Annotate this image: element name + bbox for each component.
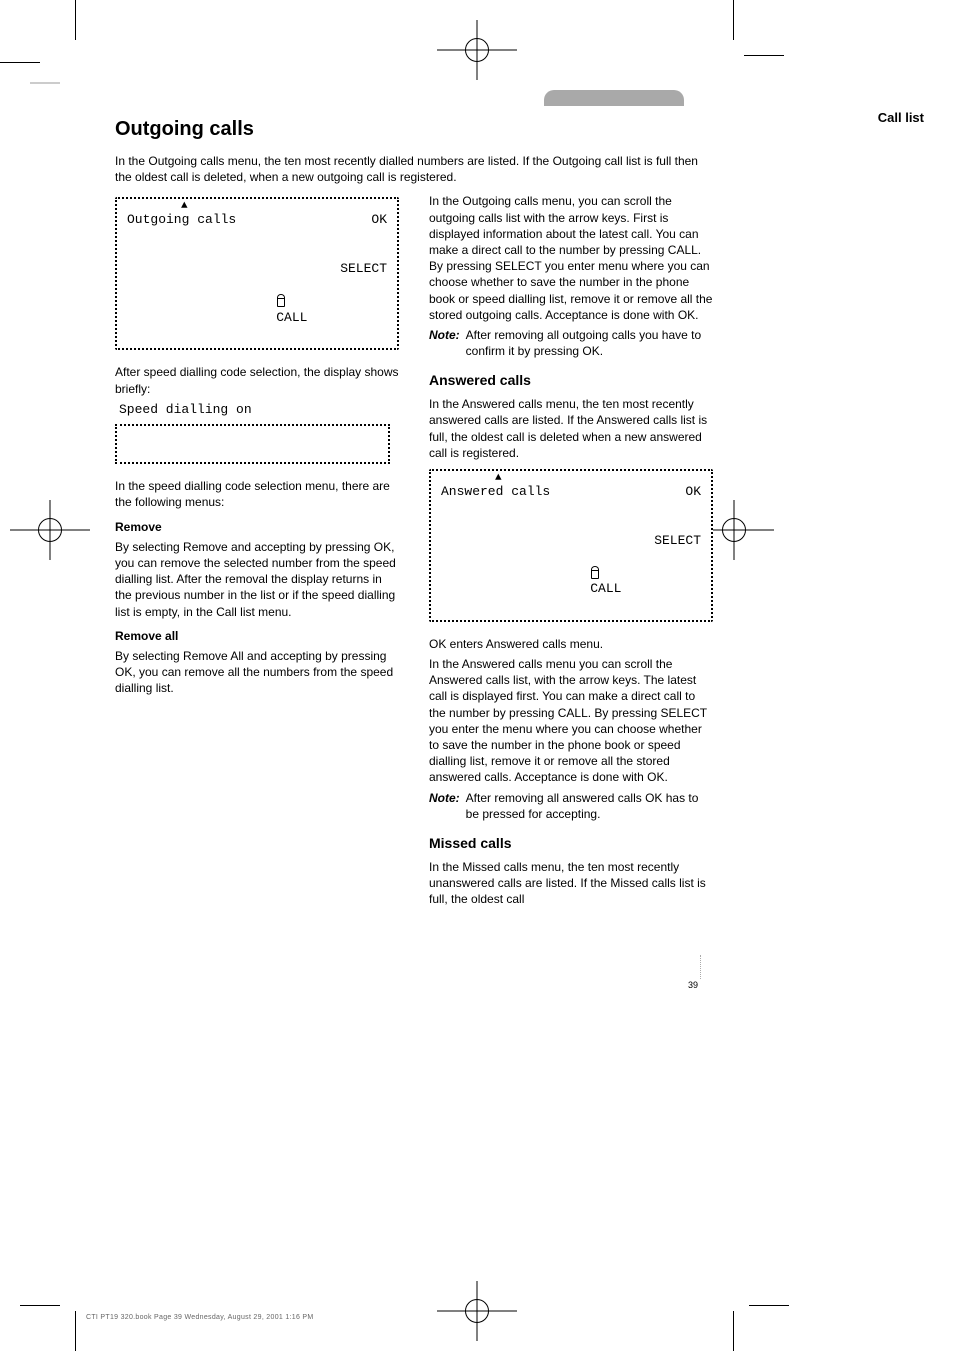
register-circle (722, 518, 746, 542)
crop-mark-v (733, 0, 734, 40)
outgoing-note-row: Note: After removing all outgoing calls … (429, 327, 713, 359)
crop-mark-v (75, 1311, 76, 1351)
register-circle (465, 1299, 489, 1323)
lcd-blank-row (127, 245, 387, 261)
right-column: In the Outgoing calls menu, you can scro… (429, 189, 713, 911)
lcd-select-label: SELECT (340, 261, 387, 277)
lcd-line1-text: Outgoing calls (127, 212, 236, 228)
crop-mark-h (20, 1305, 60, 1306)
lock-icon (276, 295, 286, 307)
lcd-speed-box (115, 424, 390, 464)
register-mark-top (437, 20, 517, 80)
tab-header-graphic (544, 90, 684, 106)
subheading-remove-all: Remove all (115, 628, 399, 644)
section-heading: Outgoing calls (115, 116, 699, 143)
outgoing-main-paragraph: In the Outgoing calls menu, you can scro… (429, 193, 713, 323)
answered-note-row: Note: After removing all answered calls … (429, 790, 713, 822)
register-mark-bottom (437, 1281, 517, 1341)
page-number: 39 (688, 980, 698, 990)
lcd-outgoing: ▲ Outgoing calls OK SELECT CA (115, 197, 399, 350)
subheading-missed: Missed calls (429, 834, 713, 853)
lcd-call-label: CALL (276, 310, 307, 325)
section-intro: In the Outgoing calls menu, the ten most… (115, 153, 699, 185)
remove-paragraph: By selecting Remove and accepting by pre… (115, 539, 399, 620)
answered-paragraph-1: In the Answered calls menu, the ten most… (429, 396, 713, 461)
two-column-layout: ▲ Outgoing calls OK SELECT CA (115, 189, 699, 911)
lcd2-select-label: SELECT (654, 533, 701, 549)
register-circle (38, 518, 62, 542)
crop-mark-h (749, 1305, 789, 1306)
imposition-footer: CTI PT19 320.book Page 39 Wednesday, Aug… (86, 1314, 314, 1321)
crop-mark-v (75, 0, 76, 40)
crop-mark-h (0, 62, 40, 63)
remove-all-paragraph: By selecting Remove All and accepting by… (115, 648, 399, 697)
subheading-answered: Answered calls (429, 371, 713, 390)
lcd2-line1-right: OK (685, 484, 701, 500)
lcd-line1-right: OK (371, 212, 387, 228)
crop-mark-h (30, 82, 60, 84)
answered-ok-paragraph: OK enters Answered calls menu. (429, 636, 713, 652)
outgoing-note: After removing all outgoing calls you ha… (466, 327, 713, 359)
note-label: Note: (429, 327, 460, 343)
missed-paragraph-1: In the Missed calls menu, the ten most r… (429, 859, 713, 908)
lock-icon (590, 567, 600, 579)
register-mark-left (10, 500, 90, 560)
content-area: Outgoing calls In the Outgoing calls men… (115, 116, 699, 911)
up-arrow-icon: ▲ (495, 473, 701, 484)
page: Call list 39 Outgoing calls In the Outgo… (0, 0, 954, 1351)
left-column: ▲ Outgoing calls OK SELECT CA (115, 189, 399, 911)
lcd-blank-row (441, 500, 701, 516)
crop-mark-h (744, 55, 784, 56)
register-circle (465, 38, 489, 62)
note-label: Note: (429, 790, 460, 806)
lcd2-line1-text: Answered calls (441, 484, 550, 500)
crop-mark-v (733, 1311, 734, 1351)
lcd-text-speed: Speed dialling on (115, 401, 399, 419)
up-arrow-icon: ▲ (181, 201, 387, 212)
chapter-title: Call list (878, 110, 924, 125)
lcd-blank-row (441, 516, 701, 532)
answered-note: After removing all answered calls OK has… (466, 790, 713, 822)
speed-intro-above: After speed dialling code selection, the… (115, 364, 399, 396)
lcd2-call-label: CALL (590, 581, 621, 596)
lcd-answered: ▲ Answered calls OK SELECT CA (429, 469, 713, 622)
lcd-blank-row (127, 229, 387, 245)
speed-intro: In the speed dialling code selection men… (115, 478, 399, 510)
answered-main-paragraph: In the Answered calls menu you can scrol… (429, 656, 713, 786)
side-page-marker (700, 955, 702, 979)
subheading-remove: Remove (115, 519, 399, 535)
